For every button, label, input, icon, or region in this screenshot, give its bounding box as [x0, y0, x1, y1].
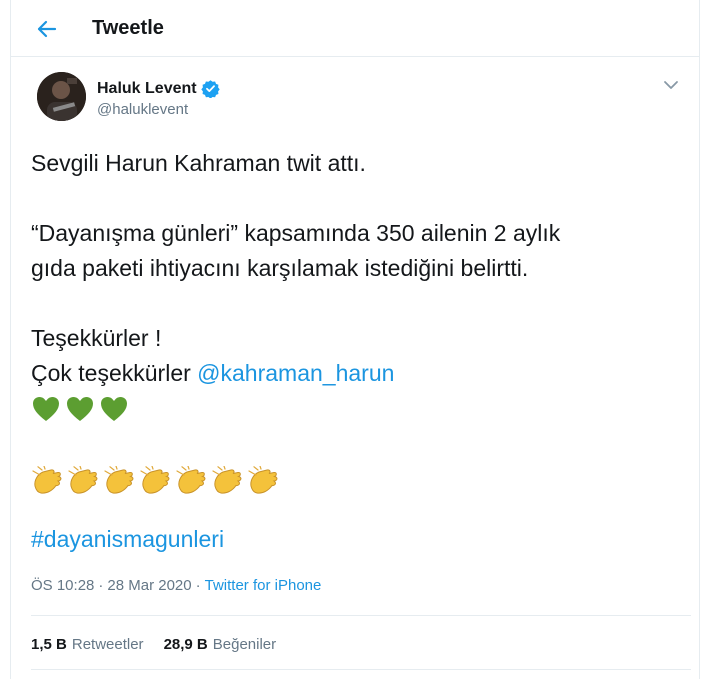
- retweets-label: Retweetler: [71, 636, 144, 653]
- tweet-line-mention: Çok teşekkürler @kahraman_harun: [31, 356, 681, 391]
- tweet-line: gıda paketi ihtiyacını karşılamak istedi…: [31, 255, 529, 281]
- tweet-meta: ÖS 10:28 · 28 Mar 2020 · Twitter for iPh…: [31, 577, 321, 594]
- tweet-line: “Dayanışma günleri” kapsamında 350 ailen…: [31, 220, 561, 246]
- tweet-source-link[interactable]: Twitter for iPhone: [205, 577, 322, 594]
- green-heart-icon: [33, 396, 59, 421]
- avatar-image: [37, 72, 86, 121]
- verified-badge-icon: [200, 80, 220, 98]
- retweets-stat[interactable]: 1,5 B Retweetler: [31, 636, 144, 653]
- divider: [31, 615, 691, 616]
- tweet-line-text: Çok teşekkürler: [31, 360, 191, 386]
- back-arrow-icon: [37, 20, 57, 38]
- hashtag-link[interactable]: #dayanismagunleri: [31, 526, 224, 553]
- tweet-time[interactable]: ÖS 10:28: [31, 577, 94, 594]
- green-heart-icon: [101, 396, 127, 421]
- clapping-hands-icon: [212, 465, 242, 494]
- author-handle[interactable]: @haluklevent: [97, 101, 188, 118]
- likes-count: 28,9 B: [163, 636, 208, 653]
- heart-emoji-row: [31, 391, 681, 426]
- divider: [31, 669, 691, 670]
- tweet-page: Tweetle Haluk Levent @haluklevent Sevgil…: [10, 0, 700, 679]
- page-header: Tweetle: [11, 0, 699, 57]
- clapping-hands-icon: [32, 465, 62, 494]
- green-heart-icon: [67, 396, 93, 421]
- clapping-hands-icon: [140, 465, 170, 494]
- tweet-body: Sevgili Harun Kahraman twit attı. “Dayan…: [31, 146, 681, 498]
- clap-emoji-row: [31, 463, 681, 498]
- meta-separator: ·: [195, 577, 201, 594]
- clapping-hands-icon: [248, 465, 278, 494]
- page-title: Tweetle: [92, 17, 164, 39]
- author-name[interactable]: Haluk Levent: [97, 79, 220, 98]
- tweet-date[interactable]: 28 Mar 2020: [107, 577, 191, 594]
- clapping-hands-icon: [176, 465, 206, 494]
- back-button[interactable]: [33, 15, 61, 43]
- author-name-text: Haluk Levent: [97, 79, 197, 97]
- tweet-stats: 1,5 B Retweetler 28,9 B Beğeniler: [31, 636, 276, 653]
- likes-label: Beğeniler: [212, 636, 277, 653]
- tweet-line: Sevgili Harun Kahraman twit attı.: [31, 150, 366, 176]
- retweets-count: 1,5 B: [31, 636, 67, 653]
- clapping-hands-icon: [104, 465, 134, 494]
- tweet-line: Teşekkürler !: [31, 325, 162, 351]
- clapping-hands-icon: [68, 465, 98, 494]
- likes-stat[interactable]: 28,9 B Beğeniler: [164, 636, 277, 653]
- chevron-down-icon[interactable]: [662, 78, 680, 92]
- meta-separator: ·: [98, 577, 104, 594]
- mention-link[interactable]: @kahraman_harun: [197, 360, 394, 386]
- avatar[interactable]: [37, 72, 86, 121]
